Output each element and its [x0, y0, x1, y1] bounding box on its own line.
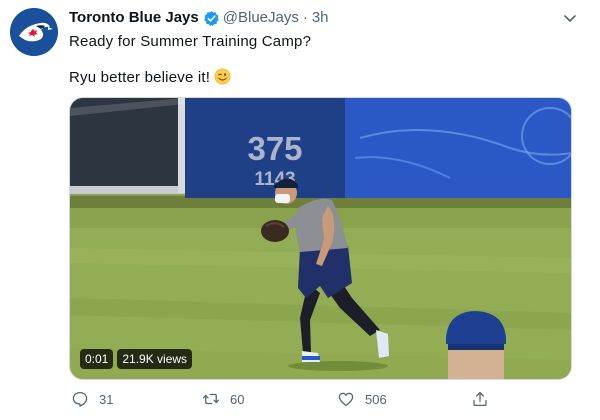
like-count: 506: [365, 391, 387, 407]
reply-button[interactable]: 31: [71, 390, 113, 408]
tweet-text-line-2: Ryu better believe it!: [69, 68, 231, 88]
view-count: 21.9K views: [117, 349, 193, 369]
author-handle[interactable]: @BlueJays: [223, 9, 299, 27]
like-button[interactable]: 506: [337, 390, 387, 408]
blue-jays-logo-icon: [10, 8, 58, 56]
verified-badge-icon: [204, 10, 219, 26]
tweet-text-line-2-text: Ryu better believe it!: [69, 69, 211, 86]
avatar[interactable]: [10, 8, 58, 56]
video-player[interactable]: 375 1143 0:01 21.9K views: [69, 97, 572, 380]
winking-face-icon: [214, 68, 231, 85]
share-button[interactable]: [471, 390, 489, 408]
heart-icon: [338, 392, 354, 407]
retweet-icon: [202, 393, 220, 405]
tweet-timestamp[interactable]: 3h: [312, 9, 329, 27]
wall-number-top: 375: [247, 130, 302, 167]
chevron-down-icon[interactable]: [562, 10, 578, 26]
author-name[interactable]: Toronto Blue Jays: [69, 9, 199, 27]
video-timestamp: 0:01: [80, 349, 114, 369]
action-bar: 31 60 506: [69, 390, 569, 410]
separator-dot: ·: [302, 9, 308, 26]
retweet-count: 60: [230, 391, 245, 407]
video-badges: 0:01 21.9K views: [80, 349, 193, 369]
tweet-text-line-1: Ready for Summer Training Camp?: [69, 33, 312, 50]
share-icon: [473, 391, 487, 407]
video-frame: 375 1143: [70, 98, 571, 379]
reply-count: 31: [99, 391, 114, 407]
retweet-button[interactable]: 60: [202, 390, 244, 408]
reply-icon: [72, 391, 88, 407]
tweet-header: Toronto Blue Jays @BlueJays · 3h: [69, 9, 329, 27]
tweet: Toronto Blue Jays @BlueJays · 3h Ready f…: [0, 0, 600, 420]
